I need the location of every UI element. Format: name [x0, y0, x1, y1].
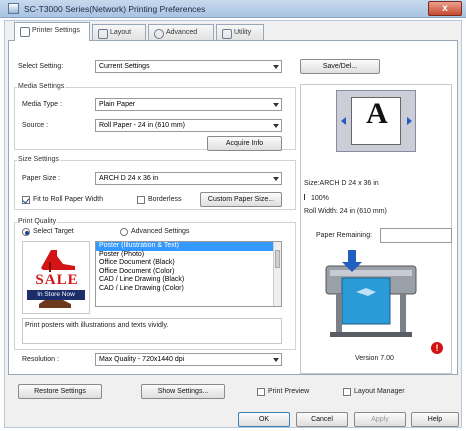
source-value: Roll Paper - 24 in (610 mm): [99, 122, 185, 129]
select-setting-label: Select Setting:: [18, 63, 64, 70]
resolution-label: Resolution :: [22, 356, 59, 363]
select-target-radio[interactable]: [22, 228, 30, 236]
tab-advanced-label: Advanced: [166, 29, 198, 36]
chevron-down-icon: [273, 124, 279, 128]
advanced-icon: [154, 29, 164, 39]
select-target-label: Select Target: [33, 228, 74, 235]
media-type-dropdown[interactable]: Plain Paper: [95, 98, 282, 111]
layout-manager-checkbox[interactable]: [343, 388, 351, 396]
target-description: Print posters with illustrations and tex…: [25, 322, 169, 329]
source-label: Source :: [22, 122, 49, 129]
printer-illustration: [325, 250, 417, 337]
media-settings-title: Media Settings: [17, 83, 66, 90]
target-description-box: Print posters with illustrations and tex…: [22, 318, 282, 344]
advanced-settings-label: Advanced Settings: [131, 228, 190, 235]
size-info: Size:ARCH D 24 x 36 in: [304, 180, 379, 187]
select-setting-dropdown[interactable]: Current Settings: [95, 60, 282, 73]
chevron-down-icon: [273, 358, 279, 362]
ok-button[interactable]: OK: [238, 412, 290, 427]
tab-utility[interactable]: Utility: [216, 24, 264, 41]
acquire-info-button[interactable]: Acquire Info: [207, 136, 282, 151]
apply-button[interactable]: Apply: [354, 412, 406, 427]
version-label: Version 7.00: [355, 355, 394, 362]
layout-icon: [98, 29, 108, 39]
save-del-button[interactable]: Save/Del...: [300, 59, 380, 74]
tab-layout-label: Layout: [110, 29, 132, 36]
fit-roll-label: Fit to Roll Paper Width: [33, 196, 104, 203]
target-list-scrollbar[interactable]: [273, 242, 281, 306]
warning-icon[interactable]: !: [431, 342, 443, 354]
printer-app-icon: [8, 3, 19, 14]
close-button[interactable]: x: [428, 1, 462, 16]
paper-preview: A: [336, 90, 416, 152]
printer-icon: [20, 27, 30, 37]
cancel-button[interactable]: Cancel: [296, 412, 348, 427]
media-type-value: Plain Paper: [99, 101, 136, 108]
select-setting-value: Current Settings: [99, 63, 150, 70]
target-preview-image: SALE In Store Now: [22, 241, 90, 314]
print-preview-label: Print Preview: [268, 388, 310, 395]
media-type-label: Media Type :: [22, 101, 62, 108]
tab-printer-settings[interactable]: Printer Settings: [14, 22, 90, 41]
fit-roll-checkbox[interactable]: [22, 196, 30, 204]
borderless-checkbox[interactable]: [137, 196, 145, 204]
scale-value: 100%: [311, 195, 329, 202]
tab-printer-settings-label: Printer Settings: [32, 27, 80, 34]
scale-info: 100%: [304, 194, 329, 202]
target-list-item[interactable]: Office Document (Color): [96, 268, 281, 277]
shoe-icon: [39, 300, 71, 308]
size-settings-title: Size Settings: [17, 156, 60, 163]
target-list-item[interactable]: Office Document (Black): [96, 259, 281, 268]
chevron-down-icon: [273, 177, 279, 181]
window-title: SC-T3000 Series(Network) Printing Prefer…: [24, 4, 206, 14]
chevron-down-icon: [273, 103, 279, 107]
utility-icon: [222, 29, 232, 39]
print-quality-title: Print Quality: [17, 218, 58, 225]
paper-size-dropdown[interactable]: ARCH D 24 x 36 in: [95, 172, 282, 185]
target-list-item[interactable]: CAD / Line Drawing (Black): [96, 276, 281, 285]
print-preview-checkbox[interactable]: [257, 388, 265, 396]
target-listbox[interactable]: Poster (Illustration & Text) Poster (Phot…: [95, 241, 282, 307]
layout-manager-label: Layout Manager: [354, 388, 405, 395]
roll-width-info: Roll Width: 24 in (610 mm): [304, 208, 387, 215]
paper-remaining-label: Paper Remaining:: [316, 232, 373, 239]
paper-size-label: Paper Size :: [22, 175, 61, 182]
target-list-item[interactable]: Poster (Photo): [96, 251, 281, 260]
target-list: Poster (Illustration & Text) Poster (Phot…: [96, 242, 281, 293]
advanced-settings-radio[interactable]: [120, 228, 128, 236]
custom-paper-size-button[interactable]: Custom Paper Size...: [200, 192, 282, 207]
show-settings-button[interactable]: Show Settings...: [141, 384, 225, 399]
resolution-dropdown[interactable]: Max Quality - 720x1440 dpi: [95, 353, 282, 366]
target-list-item[interactable]: CAD / Line Drawing (Color): [96, 285, 281, 294]
help-button[interactable]: Help: [411, 412, 459, 427]
arrow-left-icon: [341, 117, 346, 125]
scale-icon: [304, 194, 308, 200]
resolution-value: Max Quality - 720x1440 dpi: [99, 356, 185, 363]
arrow-right-icon: [407, 117, 412, 125]
scroll-thumb[interactable]: [275, 250, 280, 268]
tab-utility-label: Utility: [234, 29, 252, 36]
tab-layout[interactable]: Layout: [92, 24, 146, 41]
restore-settings-button[interactable]: Restore Settings: [18, 384, 102, 399]
paper-remaining-field: [380, 228, 452, 243]
borderless-label: Borderless: [148, 196, 182, 203]
page-letter: A: [366, 97, 388, 130]
source-dropdown[interactable]: Roll Paper - 24 in (610 mm): [95, 119, 282, 132]
paper-size-value: ARCH D 24 x 36 in: [99, 175, 159, 182]
tab-advanced[interactable]: Advanced: [148, 24, 214, 41]
target-list-item[interactable]: Poster (Illustration & Text): [96, 242, 281, 251]
chevron-down-icon: [273, 65, 279, 69]
